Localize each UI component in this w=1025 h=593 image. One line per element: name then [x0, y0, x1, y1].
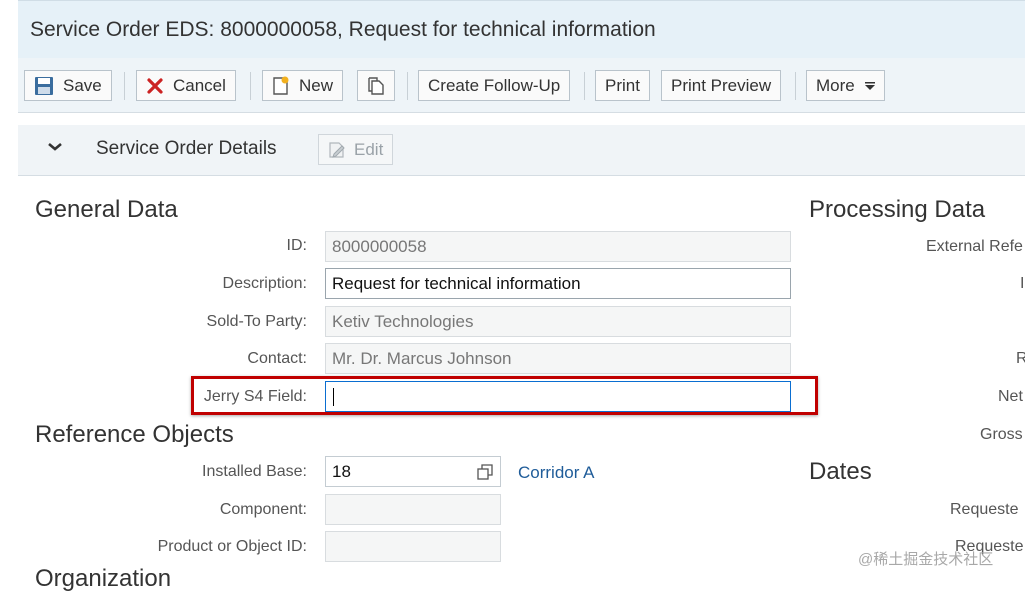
toolbar-divider — [407, 72, 408, 100]
sold-to-party-field: Ketiv Technologies — [325, 306, 791, 337]
create-follow-up-button[interactable]: Create Follow-Up — [418, 70, 571, 101]
contact-label: Contact: — [247, 350, 307, 367]
processing-data-heading: Processing Data — [809, 196, 986, 223]
title-bar: Service Order EDS: 8000000058, Request f… — [18, 0, 1025, 59]
watermark: @稀土掘金技术社区 — [858, 551, 994, 568]
more-button[interactable]: More — [806, 70, 885, 101]
toolbar-divider — [124, 72, 125, 100]
print-button[interactable]: Print — [595, 70, 650, 101]
processing-label-truncated: I — [1020, 275, 1025, 292]
component-field[interactable] — [325, 494, 501, 525]
window-title: Service Order EDS: 8000000058, Request f… — [30, 18, 656, 41]
component-label: Component: — [219, 501, 307, 518]
toolbar: Save Cancel New Create Follow-Up Print P… — [18, 58, 1025, 113]
value-help-icon[interactable] — [476, 463, 494, 481]
new-document-icon — [272, 76, 290, 96]
installed-base-label: Installed Base: — [202, 463, 307, 480]
product-id-field[interactable] — [325, 531, 501, 562]
description-label: Description: — [222, 275, 307, 292]
toolbar-divider — [584, 72, 585, 100]
edit-icon — [328, 141, 346, 159]
id-label: ID: — [286, 237, 307, 254]
toolbar-divider — [250, 72, 251, 100]
installed-base-field[interactable]: 18 — [325, 456, 501, 487]
toolbar-divider — [795, 72, 796, 100]
external-reference-label: External Refe — [926, 238, 1023, 255]
corridor-a-link[interactable]: Corridor A — [518, 463, 595, 483]
installed-base-value: 18 — [332, 461, 351, 481]
contact-field: Mr. Dr. Marcus Johnson — [325, 343, 791, 374]
requested-date-label: Requeste — [950, 501, 1019, 518]
cancel-icon — [146, 77, 164, 95]
copy-icon — [367, 76, 385, 96]
print-preview-button[interactable]: Print Preview — [661, 70, 782, 101]
reference-objects-heading: Reference Objects — [35, 421, 234, 448]
sold-to-party-label: Sold-To Party: — [206, 313, 307, 330]
new-label: New — [299, 75, 334, 95]
dropdown-icon — [864, 81, 875, 90]
organization-heading: Organization — [35, 565, 172, 592]
product-id-label: Product or Object ID: — [157, 538, 307, 555]
description-field[interactable]: Request for technical information — [325, 268, 791, 299]
cancel-button[interactable]: Cancel — [136, 70, 236, 101]
details-label: Service Order Details — [96, 138, 277, 159]
edit-label: Edit — [354, 139, 384, 159]
more-label: More — [816, 75, 855, 95]
edit-button[interactable]: Edit — [318, 134, 394, 165]
chevron-down-icon[interactable] — [46, 139, 64, 158]
general-data-heading: General Data — [35, 196, 178, 223]
save-label: Save — [63, 75, 102, 95]
dates-heading: Dates — [809, 458, 872, 485]
id-field: 8000000058 — [325, 231, 791, 262]
processing-label-truncated: R — [1016, 350, 1025, 367]
save-icon — [34, 76, 54, 96]
new-button[interactable]: New — [262, 70, 344, 101]
details-header: Service Order Details Edit — [18, 125, 1025, 176]
gross-value-label: Gross — [980, 426, 1023, 443]
cancel-label: Cancel — [173, 75, 226, 95]
net-value-label: Net — [998, 388, 1023, 405]
save-button[interactable]: Save — [24, 70, 112, 101]
copy-button[interactable] — [357, 70, 395, 101]
annotation-highlight-box — [191, 376, 818, 415]
